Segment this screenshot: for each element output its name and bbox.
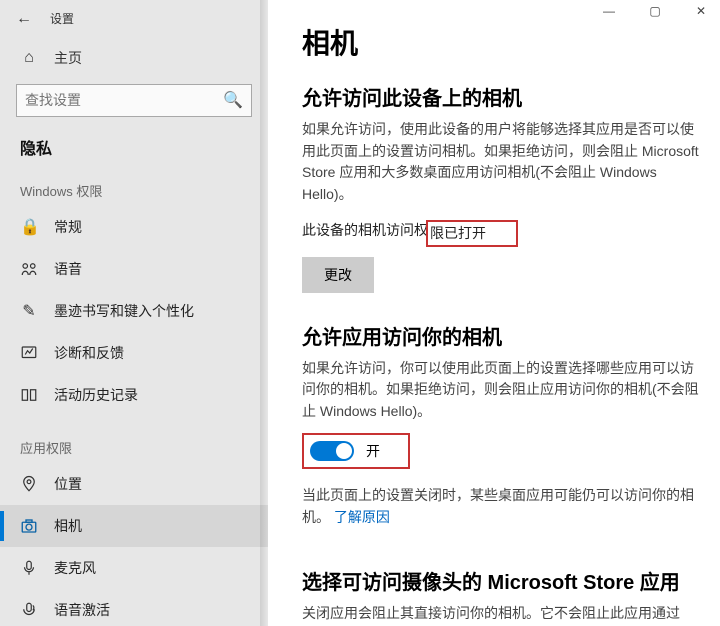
close-icon[interactable]: ✕ [692, 4, 710, 18]
section1-desc: 如果允许访问，使用此设备的用户将能够选择其应用是否可以使用此页面上的设置访问相机… [302, 119, 704, 206]
sidebar-item-microphone[interactable]: 麦克风 [0, 547, 268, 589]
search-input[interactable]: 🔍 [16, 84, 252, 118]
minimize-icon[interactable]: — [600, 4, 618, 18]
status-suffix: 限已打开 [430, 225, 486, 241]
home-icon: ⌂ [20, 49, 38, 67]
section2-note: 当此页面上的设置关闭时，某些桌面应用可能仍可以访问你的相机。 了解原因 [302, 485, 704, 528]
status-prefix: 此设备的相机访问权 [302, 220, 428, 247]
window-title: 设置 [50, 10, 74, 27]
sidebar-item-diagnostics[interactable]: 诊断和反馈 [0, 332, 268, 374]
feedback-icon [20, 344, 38, 362]
allow-apps-toggle-label: 开 [366, 441, 380, 461]
section3-desc: 关闭应用会阻止其直接访问你的相机。它不会阻止此应用通过 Windows 的"相机… [302, 603, 704, 626]
sidebar-item-label: 墨迹书写和键入个性化 [54, 301, 194, 321]
section2-desc: 如果允许访问，你可以使用此页面上的设置选择哪些应用可以访问你的相机。如果拒绝访问… [302, 358, 704, 423]
sidebar-home[interactable]: ⌂ 主页 [0, 38, 268, 78]
sidebar-item-label: 相机 [54, 516, 82, 536]
sidebar-item-label: 活动历史记录 [54, 385, 138, 405]
back-icon[interactable]: ← [16, 10, 32, 28]
sidebar-item-camera[interactable]: 相机 [0, 505, 268, 547]
change-button[interactable]: 更改 [302, 257, 374, 293]
section-title: 隐私 [0, 131, 268, 173]
allow-apps-toggle[interactable] [310, 441, 354, 461]
section1-heading: 允许访问此设备上的相机 [302, 82, 704, 111]
lock-icon: 🔒 [20, 217, 38, 237]
section3-heading: 选择可访问摄像头的 Microsoft Store 应用 [302, 566, 704, 595]
sidebar-item-location[interactable]: 位置 [0, 463, 268, 505]
voice-icon [20, 601, 38, 619]
sidebar-item-label: 常规 [54, 217, 82, 237]
sidebar-item-label: 语音 [54, 259, 82, 279]
sidebar-home-label: 主页 [54, 48, 82, 68]
group-app-perms: 应用权限 [0, 430, 268, 463]
section2-heading: 允许应用访问你的相机 [302, 321, 704, 350]
microphone-icon [20, 559, 38, 577]
history-icon [20, 386, 38, 404]
search-icon: 🔍 [223, 90, 243, 110]
pen-icon: ✎ [20, 301, 38, 321]
sidebar-item-speech[interactable]: 语音 [0, 248, 268, 290]
search-field[interactable] [25, 92, 223, 108]
camera-icon [20, 517, 38, 535]
sidebar-item-inking[interactable]: ✎ 墨迹书写和键入个性化 [0, 290, 268, 332]
maximize-icon[interactable]: ▢ [646, 4, 664, 18]
page-title: 相机 [302, 22, 704, 62]
sidebar-item-activity[interactable]: 活动历史记录 [0, 374, 268, 416]
location-icon [20, 475, 38, 493]
sidebar-item-general[interactable]: 🔒 常规 [0, 206, 268, 248]
sidebar-item-label: 诊断和反馈 [54, 343, 124, 363]
sidebar-item-label: 位置 [54, 474, 82, 494]
sidebar-item-voice-activation[interactable]: 语音激活 [0, 589, 268, 626]
device-camera-status: 此设备的相机访问权限已打开 [302, 220, 704, 247]
group-windows-perms: Windows 权限 [0, 173, 268, 206]
sidebar-item-label: 语音激活 [54, 600, 110, 620]
sidebar-item-label: 麦克风 [54, 558, 96, 578]
speech-icon [20, 260, 38, 278]
learn-why-link[interactable]: 了解原因 [334, 509, 390, 525]
